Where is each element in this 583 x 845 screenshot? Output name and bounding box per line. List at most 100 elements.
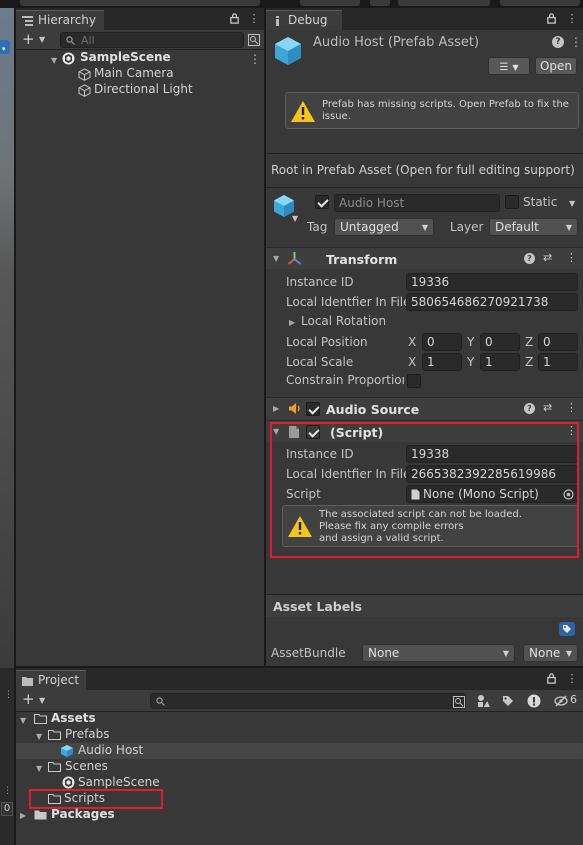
hierarchy-item-label: Main Camera bbox=[94, 66, 174, 80]
asset-labels-header[interactable]: Asset Labels bbox=[266, 595, 583, 617]
warning-text: Prefab has missing scripts. Open Prefab … bbox=[322, 99, 569, 110]
fold-down-icon[interactable]: ▼ bbox=[36, 764, 42, 773]
help-icon[interactable]: ? bbox=[552, 36, 564, 48]
filter-by-type-icon[interactable] bbox=[477, 694, 491, 708]
scale-z-field[interactable]: 1 bbox=[538, 353, 578, 371]
local-rotation-label[interactable]: Local Rotation bbox=[301, 314, 386, 328]
fold-right-icon[interactable]: ▶ bbox=[289, 318, 295, 327]
kebab-menu-icon[interactable]: ⋮ bbox=[249, 52, 261, 66]
axis-y-label: Y bbox=[467, 355, 475, 369]
fold-right-icon[interactable]: ▶ bbox=[273, 404, 279, 413]
chevron-down-icon[interactable]: ▼ bbox=[569, 199, 575, 208]
scale-x-field[interactable]: 1 bbox=[422, 353, 462, 371]
hierarchy-item-label: Directional Light bbox=[94, 82, 193, 96]
axis-x-label: X bbox=[408, 335, 417, 349]
object-name-field[interactable]: Audio Host bbox=[334, 194, 500, 212]
chevron-down-icon[interactable]: ▼ bbox=[39, 696, 45, 705]
toolbar-chip[interactable] bbox=[300, 0, 360, 6]
audio-source-title: Audio Source bbox=[326, 402, 420, 417]
hidden-packages-icon[interactable] bbox=[554, 695, 568, 707]
kebab-menu-icon[interactable]: ⋮ bbox=[570, 35, 582, 49]
presets-icon[interactable]: ⇄ bbox=[543, 251, 552, 264]
highlight-outline bbox=[270, 422, 579, 558]
gameobject-cube-icon bbox=[78, 68, 91, 81]
help-icon[interactable]: ? bbox=[524, 403, 535, 414]
inspector-tabbar: Debug ⋮ bbox=[266, 8, 583, 30]
search-placeholder: All bbox=[81, 34, 95, 47]
inspector-title: Audio Host (Prefab Asset) bbox=[313, 35, 480, 50]
position-y-field[interactable]: 0 bbox=[480, 333, 520, 351]
toolbar-chip[interactable] bbox=[20, 0, 260, 6]
instance-id-field[interactable]: 19336 bbox=[406, 273, 578, 291]
hierarchy-search-input[interactable]: All bbox=[60, 32, 244, 48]
toolbar-chip[interactable] bbox=[500, 0, 580, 6]
active-checkbox[interactable] bbox=[315, 195, 329, 209]
fold-down-icon[interactable]: ▼ bbox=[51, 56, 57, 65]
chevron-down-icon: ▾ bbox=[2, 45, 6, 53]
inspector-panel: Debug ⋮ Audio Host (Prefab Asset) ? ⋮ ☰ … bbox=[266, 8, 583, 666]
fold-down-icon[interactable]: ▼ bbox=[36, 732, 42, 741]
scene-view-sliver[interactable]: ▾ bbox=[0, 8, 14, 668]
project-search-input[interactable] bbox=[150, 693, 466, 709]
assetbundle-label: AssetBundle bbox=[271, 646, 346, 660]
label-tag-icon[interactable] bbox=[559, 622, 575, 636]
kebab-menu-icon[interactable]: ⋮ bbox=[566, 251, 577, 264]
tag-label: Tag bbox=[307, 220, 328, 234]
fold-down-icon[interactable]: ▼ bbox=[20, 716, 26, 725]
filter-by-label-icon[interactable] bbox=[502, 695, 514, 707]
audio-source-header[interactable]: ▶ Audio Source ? ⇄ ⋮ bbox=[266, 397, 583, 419]
position-z-field[interactable]: 0 bbox=[538, 333, 578, 351]
kebab-menu-icon[interactable]: ⋮ bbox=[566, 673, 578, 685]
assetbundle-variant-value: None bbox=[529, 646, 561, 660]
toolbar-chip[interactable] bbox=[398, 0, 490, 6]
hierarchy-item-label: SampleScene bbox=[80, 50, 171, 64]
asset-labels-title: Asset Labels bbox=[273, 599, 362, 614]
add-plus-icon[interactable]: + bbox=[22, 31, 35, 47]
assetbundle-variant-dropdown[interactable]: None ▼ bbox=[523, 644, 578, 662]
fold-down-icon[interactable]: ▼ bbox=[273, 254, 279, 263]
chevron-down-icon[interactable]: ▼ bbox=[292, 214, 298, 223]
transform-header[interactable]: ▼ Transform ? ⇄ ⋮ bbox=[266, 247, 583, 269]
gameobject-cube-icon bbox=[78, 84, 91, 97]
search-mode-icon[interactable] bbox=[453, 696, 465, 708]
scene-search-icon[interactable] bbox=[248, 34, 260, 46]
kebab-menu-icon[interactable]: ⋮ bbox=[566, 401, 577, 414]
chevron-down-icon[interactable]: ▼ bbox=[39, 35, 45, 44]
assetbundle-value: None bbox=[368, 646, 400, 660]
static-checkbox[interactable] bbox=[505, 195, 519, 209]
layer-dropdown[interactable]: Default ▼ bbox=[489, 218, 578, 236]
kebab-menu-icon[interactable]: ⋮ bbox=[566, 13, 578, 25]
log-types-icon[interactable] bbox=[527, 694, 541, 708]
presets-icon[interactable]: ⇄ bbox=[543, 401, 552, 414]
lock-icon[interactable] bbox=[546, 13, 558, 25]
scale-y-field[interactable]: 1 bbox=[480, 353, 520, 371]
tag-dropdown[interactable]: Untagged ▼ bbox=[334, 218, 434, 236]
assetbundle-dropdown[interactable]: None ▼ bbox=[362, 644, 515, 662]
kebab-menu-icon[interactable]: ⋮ bbox=[248, 13, 260, 25]
axis-x-label: X bbox=[408, 355, 417, 369]
transform-title: Transform bbox=[326, 252, 398, 267]
lock-icon[interactable] bbox=[229, 13, 241, 25]
add-plus-icon[interactable]: + bbox=[22, 691, 35, 707]
root-in-prefab-text: Root in Prefab Asset (Open for full edit… bbox=[271, 163, 575, 177]
position-x-field[interactable]: 0 bbox=[422, 333, 462, 351]
counter-badge: 0 bbox=[1, 802, 13, 816]
search-icon bbox=[156, 697, 165, 706]
tab-project[interactable]: Project bbox=[16, 670, 86, 690]
fold-right-icon[interactable]: ▶ bbox=[20, 811, 26, 820]
tab-hierarchy[interactable]: Hierarchy bbox=[16, 10, 104, 30]
toolbar-chip[interactable] bbox=[370, 0, 390, 6]
chevron-down-icon: ▼ bbox=[421, 223, 428, 232]
lock-icon[interactable] bbox=[546, 673, 558, 685]
local-identifier-field[interactable]: 580654686270921738 bbox=[406, 293, 578, 311]
kebab-icon[interactable]: ⋮ bbox=[3, 786, 12, 796]
open-prefab-button[interactable]: Open bbox=[535, 57, 577, 75]
audio-source-enabled-checkbox[interactable] bbox=[306, 402, 320, 416]
kebab-icon[interactable]: ⋮ bbox=[4, 690, 13, 700]
help-icon[interactable]: ? bbox=[524, 253, 535, 264]
constrain-proportions-checkbox[interactable] bbox=[407, 374, 421, 388]
transform-axes-icon bbox=[287, 252, 302, 265]
tab-debug[interactable]: Debug bbox=[266, 10, 342, 30]
chevron-down-icon: ▼ bbox=[565, 223, 572, 232]
prefab-options-dropdown[interactable]: ☰ ▼ bbox=[488, 57, 530, 75]
